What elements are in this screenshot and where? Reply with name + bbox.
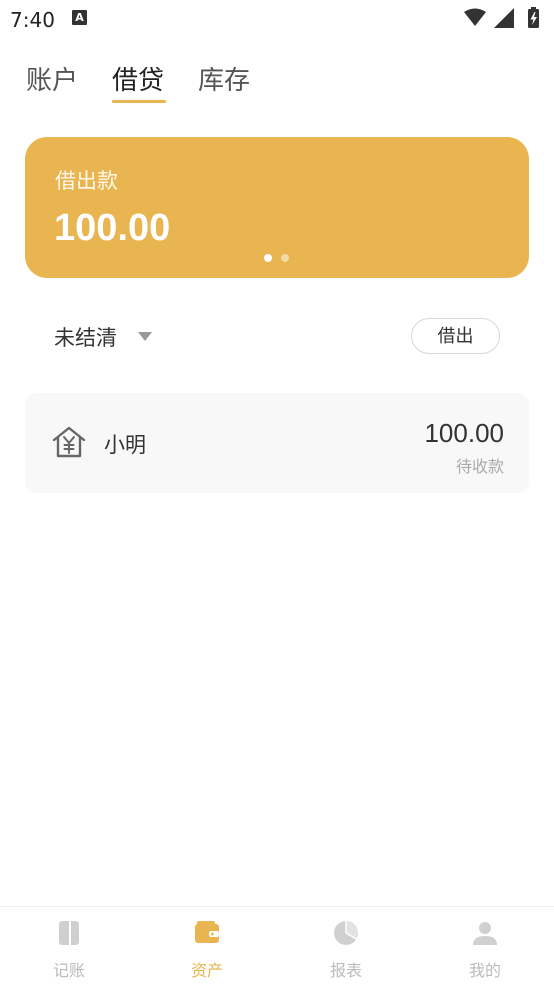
status-bar: 7:40 A [0,0,554,38]
bottom-nav: 记账 资产 报表 我的 [0,906,554,984]
loan-record-item[interactable]: 小明 100.00 待收款 [25,393,529,493]
tab-inventory[interactable]: 库存 [198,60,250,97]
signal-icon [494,8,514,28]
carousel-dot-active [264,254,272,262]
status-icons [464,7,539,28]
lend-button[interactable]: 借出 [411,318,500,354]
caret-down-icon [138,332,152,341]
lent-summary-card[interactable]: 借出款 100.00 [25,137,529,278]
book-icon [59,921,79,945]
battery-charging-icon [528,7,539,28]
nav-item-reports[interactable]: 报表 [277,907,415,984]
nav-label: 资产 [190,961,223,980]
filter-label: 未结清 [54,326,117,350]
card-label: 借出款 [55,169,118,193]
active-tab-indicator [112,100,166,103]
record-amount: 100.00 [424,418,504,448]
nav-label: 报表 [329,961,362,980]
carousel-dot [281,254,289,262]
wallet-icon [195,921,219,943]
nav-label: 我的 [468,961,501,980]
wifi-icon [464,8,486,26]
nav-label: 记账 [52,961,85,980]
nav-item-profile[interactable]: 我的 [416,907,554,984]
house-yuan-icon [52,426,86,458]
card-amount: 100.00 [54,207,171,249]
tab-accounts[interactable]: 账户 [26,60,78,97]
record-status: 待收款 [455,457,504,476]
status-time: 7:40 [10,8,55,32]
notification-a-icon: A [72,10,87,25]
nav-item-bookkeeping[interactable]: 记账 [0,907,138,984]
pie-chart-icon [334,921,359,945]
tab-loans[interactable]: 借贷 [112,60,164,97]
record-name: 小明 [104,433,146,457]
nav-item-assets[interactable]: 资产 [138,907,276,984]
user-icon [473,922,497,945]
